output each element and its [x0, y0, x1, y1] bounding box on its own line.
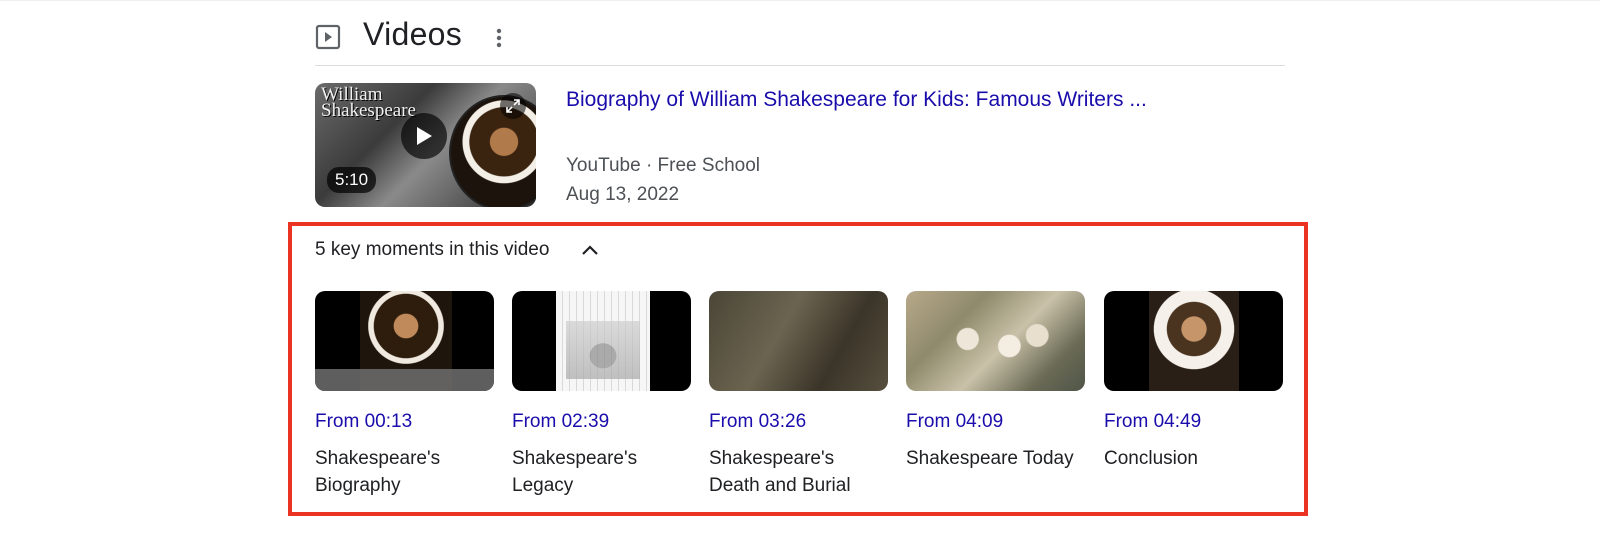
- play-icon[interactable]: [401, 113, 447, 159]
- key-moment-thumbnail[interactable]: [512, 291, 691, 391]
- play-box-icon: [315, 24, 341, 50]
- video-date: Aug 13, 2022: [566, 184, 680, 205]
- key-moment-label: Shakespeare's Death and Burial: [709, 448, 851, 496]
- key-moments-toggle[interactable]: 5 key moments in this video: [315, 236, 601, 264]
- key-moments-list: From 00:13 Shakespeare's Biography From …: [315, 291, 1285, 501]
- key-moments-label: 5 key moments in this video: [315, 239, 550, 260]
- key-moment-time[interactable]: From 04:49: [1104, 411, 1283, 433]
- video-title-link[interactable]: Biography of William Shakespeare for Kid…: [566, 88, 1147, 112]
- section-title: Videos: [363, 16, 463, 52]
- expand-icon[interactable]: [500, 93, 526, 119]
- videos-section-header: Videos: [315, 14, 1285, 66]
- more-vert-icon[interactable]: [488, 24, 510, 52]
- key-moment-thumbnail[interactable]: [709, 291, 888, 391]
- video-thumbnail[interactable]: William Shakespeare 5:10: [315, 83, 536, 207]
- key-moment-time[interactable]: From 03:26: [709, 411, 888, 433]
- header-divider: [315, 65, 1285, 66]
- key-moment-label: Shakespeare's Biography: [315, 448, 441, 496]
- key-moment-item[interactable]: From 04:49 Conclusion: [1104, 291, 1283, 472]
- key-moment-time[interactable]: From 04:09: [906, 411, 1085, 433]
- key-moment-thumbnail[interactable]: [906, 291, 1085, 391]
- key-moment-time[interactable]: From 00:13: [315, 411, 494, 433]
- key-moment-thumbnail[interactable]: [1104, 291, 1283, 391]
- key-moment-item[interactable]: From 02:39 Shakespeare's Legacy: [512, 291, 691, 499]
- key-moment-label: Conclusion: [1104, 448, 1198, 469]
- key-moment-item[interactable]: From 00:13 Shakespeare's Biography: [315, 291, 494, 499]
- key-moment-item[interactable]: From 03:26 Shakespeare's Death and Buria…: [709, 291, 888, 499]
- top-divider: [0, 0, 1600, 1]
- video-duration-badge: 5:10: [327, 167, 377, 193]
- video-source: YouTube · Free School: [566, 155, 760, 176]
- thumbnail-title-art: William Shakespeare: [321, 84, 416, 121]
- key-moment-time[interactable]: From 02:39: [512, 411, 691, 433]
- chevron-up-icon[interactable]: [579, 239, 601, 261]
- key-moment-label: Shakespeare Today: [906, 448, 1074, 469]
- key-moment-thumbnail[interactable]: [315, 291, 494, 391]
- key-moment-item[interactable]: From 04:09 Shakespeare Today: [906, 291, 1085, 472]
- key-moment-label: Shakespeare's Legacy: [512, 448, 638, 496]
